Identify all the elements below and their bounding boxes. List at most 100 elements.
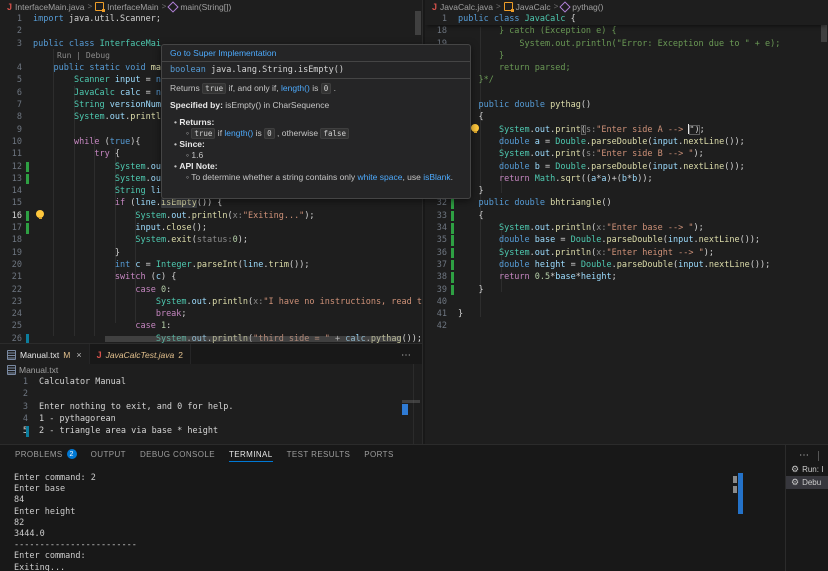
- line-number: 22: [0, 284, 22, 296]
- terminal-line: 82: [14, 518, 137, 529]
- code-line: 2: [0, 25, 422, 37]
- breadcrumb[interactable]: J InterfaceMain.java > InterfaceMain > m…: [0, 0, 422, 13]
- git-modified-badge: M: [63, 350, 70, 360]
- doc-link[interactable]: length(): [281, 83, 310, 93]
- breadcrumb[interactable]: Manual.txt: [0, 364, 422, 376]
- breadcrumb[interactable]: J JavaCalc.java > JavaCalc > pythag(): [425, 0, 828, 13]
- code-line: 16 System.out.println(x:"Exiting...");: [0, 210, 422, 222]
- lightbulb-icon[interactable]: [36, 210, 44, 218]
- minimap-viewport[interactable]: [402, 400, 420, 403]
- line-number: 25: [0, 320, 22, 332]
- code-line: 39 }: [425, 284, 828, 296]
- hover-doc-row: Specified by: isEmpty() in CharSequence: [170, 100, 462, 111]
- code-line: 35 double base = Double.parseDouble(inpu…: [425, 234, 828, 246]
- breadcrumb-method[interactable]: main(String[]): [180, 2, 231, 12]
- code-area[interactable]: 18 } catch (Exception e) {19 System.out.…: [425, 25, 828, 332]
- gear-icon: ⚙: [791, 464, 799, 475]
- terminal-scrollbar[interactable]: [738, 473, 743, 514]
- chevron-right-icon: >: [87, 2, 92, 11]
- terminal-line: 3444.0: [14, 529, 137, 540]
- line-number: 16: [0, 210, 22, 222]
- vertical-scrollbar[interactable]: [415, 11, 421, 35]
- breadcrumb-class[interactable]: InterfaceMain: [107, 2, 159, 12]
- terminal-list-item[interactable]: ⚙Debu: [786, 476, 828, 489]
- line-number: 17: [0, 222, 22, 234]
- line-number: 26: [0, 333, 22, 343]
- line-number: 8: [0, 111, 22, 123]
- panel-tab-problems[interactable]: PROBLEMS2: [8, 445, 84, 463]
- terminal-line: Enter base: [14, 484, 137, 495]
- terminal-list-item[interactable]: ⚙Run: I: [786, 463, 828, 476]
- line-number: 23: [0, 296, 22, 308]
- more-actions-icon[interactable]: ⋯: [401, 350, 412, 361]
- code-line: 32 public double bhtriangle(): [425, 197, 828, 209]
- breadcrumb-file[interactable]: InterfaceMain.java: [15, 2, 84, 12]
- line-number: 12: [0, 161, 22, 173]
- line-number: 14: [0, 185, 22, 197]
- code-line: 25 case 1:: [0, 320, 422, 332]
- text-file-icon: [7, 365, 16, 375]
- gutter-change-bar: [26, 211, 29, 222]
- breadcrumb-file[interactable]: Manual.txt: [19, 365, 58, 375]
- doc-link[interactable]: white space: [358, 172, 403, 182]
- gutter-change-bar: [451, 285, 454, 296]
- editor-javacalc[interactable]: J JavaCalc.java > JavaCalc > pythag() 1p…: [425, 0, 828, 444]
- breadcrumb-method[interactable]: pythag(): [572, 2, 603, 12]
- lightbulb-icon[interactable]: [471, 124, 479, 132]
- horizontal-scrollbar[interactable]: [105, 336, 400, 342]
- panel-tab-ports[interactable]: PORTS: [357, 445, 400, 463]
- doc-link[interactable]: length(): [224, 128, 253, 138]
- tab-javacalctest[interactable]: J JavaCalcTest.java 2: [90, 344, 191, 365]
- line-number: 2: [0, 388, 28, 400]
- breadcrumb-file[interactable]: JavaCalc.java: [440, 2, 493, 12]
- tab-manual-txt[interactable]: Manual.txt M ×: [0, 344, 90, 365]
- panel-tab-output[interactable]: OUTPUT: [84, 445, 133, 463]
- code-line: 15 if (line.isEmpty()) {: [0, 197, 422, 209]
- line-number: 15: [0, 197, 22, 209]
- gutter-change-bar: [26, 334, 29, 343]
- gutter-change-bar: [451, 198, 454, 209]
- hover-doc-row: • Returns:: [170, 117, 462, 128]
- more-actions-icon[interactable]: ⋯: [799, 450, 810, 461]
- code-area[interactable]: 1Calculator Manual23Enter nothing to exi…: [0, 376, 422, 437]
- line-number: 21: [0, 271, 22, 283]
- panel-tab-terminal[interactable]: TERMINAL: [222, 445, 280, 463]
- code-line: 41 - pythagorean: [0, 413, 422, 425]
- line-number: 5: [0, 425, 28, 437]
- hover-doc-row: Returns true if, and only if, length() i…: [170, 83, 462, 94]
- chevron-right-icon: >: [162, 2, 167, 11]
- line-number: 9: [0, 124, 22, 136]
- line-number: 18: [0, 234, 22, 246]
- code-line: 33 {: [425, 210, 828, 222]
- gutter-change-bar: [451, 235, 454, 246]
- bottom-panel: PROBLEMS2OUTPUTDEBUG CONSOLETERMINALTEST…: [0, 444, 828, 571]
- codelens-run-debug[interactable]: Run | Debug: [57, 50, 110, 62]
- hover-tooltip: Go to Super Implementation boolean java.…: [161, 44, 471, 199]
- terminal-line: Enter height: [14, 507, 137, 518]
- terminal-output[interactable]: Enter command: 2Enter base84Enter height…: [14, 473, 137, 571]
- chevron-right-icon: >: [496, 2, 501, 11]
- class-icon: [95, 2, 104, 11]
- line-number: 38: [425, 271, 447, 283]
- code-line: 2: [0, 388, 422, 400]
- code-line: 22 }*/: [425, 74, 828, 86]
- code-line: 23: [425, 87, 828, 99]
- hover-signature: boolean java.lang.String.isEmpty(): [162, 62, 470, 79]
- panel-tab-debug-console[interactable]: DEBUG CONSOLE: [133, 445, 222, 463]
- hover-doc-row: ◦ 1.6: [170, 150, 462, 161]
- breadcrumb-class[interactable]: JavaCalc: [516, 2, 551, 12]
- close-icon[interactable]: ×: [76, 350, 81, 360]
- code-line: 18 } catch (Exception e) {: [425, 25, 828, 37]
- problems-count-badge: 2: [67, 449, 77, 459]
- code-line: 23 System.out.println(x:"I have no instr…: [0, 296, 422, 308]
- editor-manual-txt[interactable]: Manual.txt 1Calculator Manual23Enter not…: [0, 364, 423, 444]
- doc-link[interactable]: isBlank: [423, 172, 450, 182]
- go-to-super-implementation-link[interactable]: Go to Super Implementation: [162, 45, 470, 62]
- sticky-scroll-line[interactable]: 1public class JavaCalc {: [425, 13, 828, 25]
- text-file-icon: [7, 350, 16, 360]
- panel-tab-test-results[interactable]: TEST RESULTS: [280, 445, 358, 463]
- terminal-line: 84: [14, 495, 137, 506]
- line-number: 11: [0, 148, 22, 160]
- code-line: 20 int c = Integer.parseInt(line.trim())…: [0, 259, 422, 271]
- line-number: 18: [425, 25, 447, 37]
